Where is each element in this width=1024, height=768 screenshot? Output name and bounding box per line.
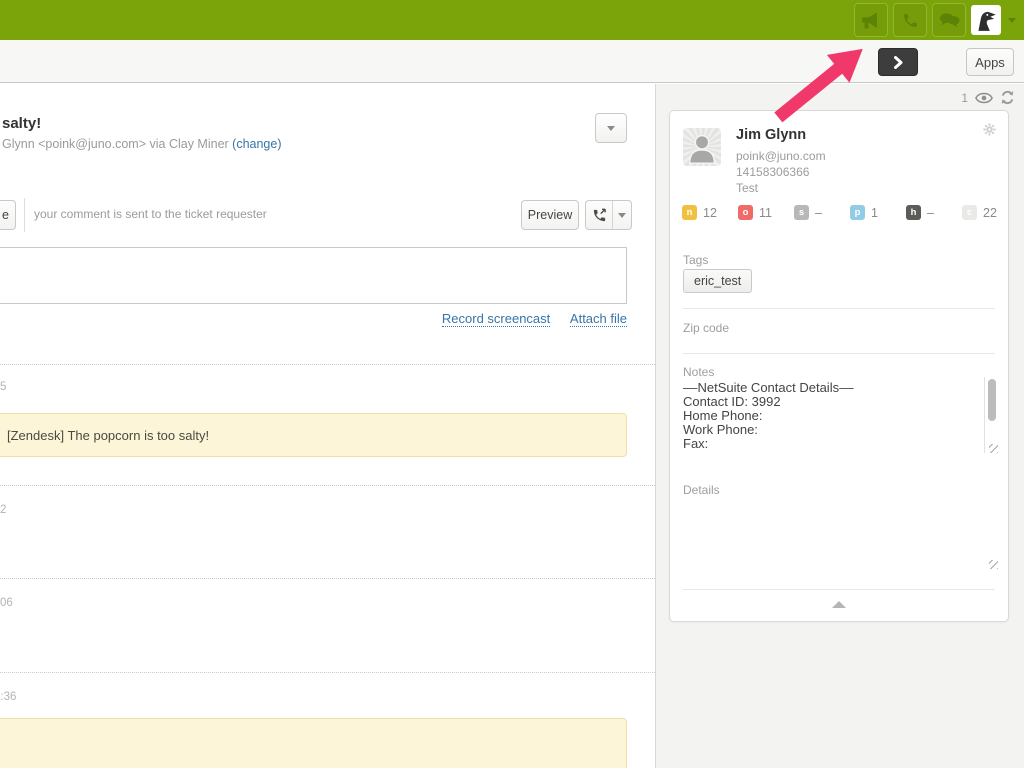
- viewers-count: 1: [961, 91, 968, 105]
- notes-resize-handle[interactable]: [989, 444, 998, 453]
- customer-email: poink@juno.com: [736, 149, 826, 163]
- comment-textarea[interactable]: [0, 247, 627, 304]
- panel-toggle-button[interactable]: [878, 48, 918, 76]
- badge-letter: p: [850, 205, 865, 220]
- event-timestamp: 06: [0, 597, 13, 609]
- badge-solved[interactable]: s –: [794, 205, 850, 220]
- event-comment-highlighted: [0, 718, 627, 768]
- megaphone-icon: [861, 12, 881, 29]
- scrollbar-thumb[interactable]: [988, 379, 996, 421]
- badge-open[interactable]: o 11: [738, 205, 794, 220]
- comment-type-button[interactable]: e: [0, 200, 16, 230]
- field-divider: [683, 308, 995, 309]
- user-menu-caret-icon[interactable]: [1008, 18, 1016, 23]
- badge-letter: o: [738, 205, 753, 220]
- customer-phone: 14158306366: [736, 165, 809, 179]
- customer-avatar[interactable]: [683, 128, 721, 166]
- event-separator: [0, 672, 655, 673]
- refresh-icon[interactable]: [1000, 90, 1015, 105]
- chevron-down-icon: [607, 126, 615, 131]
- ticket-title: salty!: [2, 115, 41, 132]
- badge-count: 11: [759, 206, 772, 220]
- chat-icon: [939, 12, 960, 28]
- badge-closed[interactable]: c 22: [962, 205, 1018, 220]
- event-timestamp: 2: [0, 504, 6, 516]
- details-resize-handle[interactable]: [989, 560, 998, 569]
- notes-scrollbar[interactable]: [984, 377, 997, 453]
- ticket-requester-line: Glynn <poink@juno.com> via Clay Miner (c…: [2, 137, 282, 151]
- event-comment-text: [Zendesk] The popcorn is too salty!: [0, 428, 209, 443]
- badge-count: 12: [703, 206, 717, 220]
- notes-textarea[interactable]: ––NetSuite Contact Details–– Contact ID:…: [683, 381, 979, 451]
- comment-hint: your comment is sent to the ticket reque…: [34, 207, 267, 221]
- badge-new[interactable]: n 12: [682, 205, 738, 220]
- collapse-card-button[interactable]: [832, 601, 846, 608]
- details-label: Details: [683, 483, 720, 497]
- user-menu[interactable]: [971, 5, 1001, 35]
- tag-eric-test[interactable]: eric_test: [683, 269, 752, 293]
- eye-icon: [975, 92, 993, 104]
- badge-count: –: [927, 206, 934, 220]
- zendesk-app: Apps salty! Glynn <poink@juno.com> via C…: [0, 0, 1024, 768]
- tags-label: Tags: [683, 253, 708, 267]
- badge-letter: n: [682, 205, 697, 220]
- customer-organization: Test: [736, 181, 758, 195]
- customer-name[interactable]: Jim Glynn: [736, 127, 806, 143]
- phone-forward-icon: [592, 208, 607, 223]
- person-icon: [683, 128, 721, 166]
- chevron-right-icon: [894, 56, 903, 69]
- ticket-pane: salty! Glynn <poink@juno.com> via Clay M…: [0, 84, 655, 768]
- zip-code-label: Zip code: [683, 321, 729, 335]
- attach-file-link[interactable]: Attach file: [570, 311, 627, 327]
- badge-count: 1: [871, 206, 878, 220]
- badge-letter: h: [906, 205, 921, 220]
- gear-icon[interactable]: [983, 123, 996, 141]
- preview-button[interactable]: Preview: [521, 200, 579, 230]
- record-screencast-link[interactable]: Record screencast: [442, 311, 550, 327]
- phone-icon: [902, 12, 919, 29]
- megaphone-button[interactable]: [854, 3, 888, 37]
- event-comment-highlighted: [Zendesk] The popcorn is too salty!: [0, 413, 627, 457]
- call-options-button[interactable]: [613, 201, 631, 229]
- event-timestamp: 5: [0, 381, 6, 393]
- user-card: Jim Glynn poink@juno.com 14158306366 Tes…: [669, 110, 1009, 622]
- chevron-down-icon: [618, 213, 626, 218]
- apps-toolbar: Apps: [0, 40, 1024, 83]
- badge-count: 22: [983, 206, 997, 220]
- customer-sidebar: 1: [655, 84, 1024, 768]
- viewers-row: 1: [961, 90, 1015, 105]
- event-separator: [0, 485, 655, 486]
- card-footer-divider: [683, 589, 995, 590]
- top-bar-actions: [854, 3, 1016, 37]
- ticket-options-button[interactable]: [595, 113, 627, 143]
- event-separator: [0, 578, 655, 579]
- apps-button[interactable]: Apps: [966, 48, 1014, 76]
- notes-label: Notes: [683, 365, 714, 379]
- badge-pending[interactable]: p 1: [850, 205, 906, 220]
- top-bar: [0, 0, 1024, 40]
- badge-count: –: [815, 206, 822, 220]
- divider: [24, 198, 25, 232]
- call-split-button: [585, 200, 632, 230]
- requester-text: Glynn <poink@juno.com> via Clay Miner: [2, 137, 232, 151]
- badge-letter: s: [794, 205, 809, 220]
- badge-letter: c: [962, 205, 977, 220]
- event-timestamp: 3:36: [0, 691, 16, 703]
- badge-hold[interactable]: h –: [906, 205, 962, 220]
- phone-button[interactable]: [893, 3, 927, 37]
- chat-button[interactable]: [932, 3, 966, 37]
- attachment-actions: Record screencast Attach file: [0, 311, 627, 326]
- ticket-count-badges: n 12 o 11 s – p 1 h –: [682, 205, 1018, 220]
- call-button[interactable]: [586, 201, 613, 229]
- change-requester-link[interactable]: (change): [232, 137, 281, 151]
- user-avatar-image: [973, 7, 999, 33]
- field-divider: [683, 353, 995, 354]
- event-separator: [0, 364, 655, 365]
